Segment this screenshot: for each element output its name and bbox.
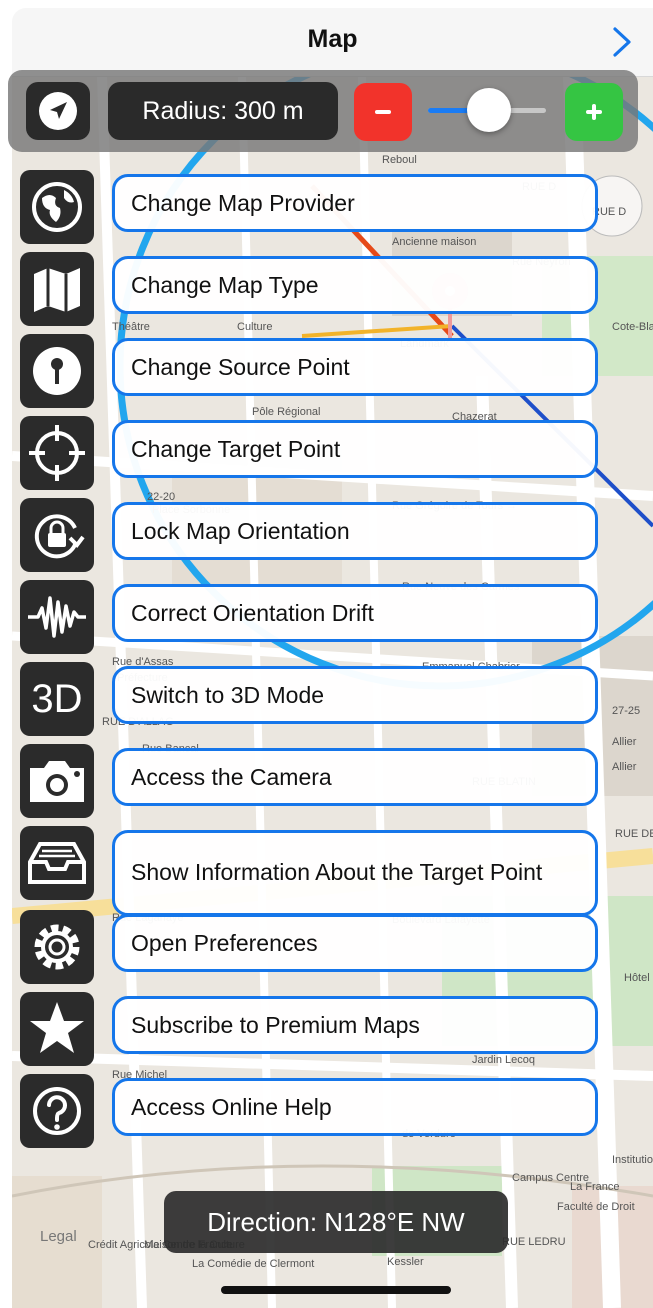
rotation-lock-icon	[20, 498, 94, 572]
decrease-radius-button[interactable]	[354, 83, 412, 141]
menu-item-label: Show Information About the Target Point	[112, 830, 598, 916]
home-indicator[interactable]	[221, 1286, 451, 1294]
map-label: Reboul	[382, 154, 417, 166]
menu-item-label: Access Online Help	[112, 1078, 598, 1136]
star-icon	[20, 992, 94, 1066]
slider-thumb[interactable]	[467, 88, 512, 132]
pin-icon	[20, 334, 94, 408]
map-label: Cote-Blatin	[612, 321, 653, 333]
map-label: Kessler	[387, 1256, 424, 1268]
3d-icon: 3D	[20, 662, 94, 736]
crosshair-icon	[20, 416, 94, 490]
camera-icon	[20, 744, 94, 818]
map-label: Faculté de Droit	[557, 1201, 635, 1213]
navigation-bar: Map	[12, 8, 653, 77]
menu-item-label: Subscribe to Premium Maps	[112, 996, 598, 1054]
chevron-right-icon[interactable]	[609, 26, 635, 58]
3d-icon-text: 3D	[31, 677, 83, 721]
page-title: Map	[307, 25, 358, 53]
gear-icon	[20, 910, 94, 984]
menu-item-label: Correct Orientation Drift	[112, 584, 598, 642]
map-label: 27-25	[612, 705, 641, 717]
location-arrow-icon	[39, 92, 77, 130]
increase-radius-button[interactable]	[565, 83, 623, 141]
globe-icon	[20, 170, 94, 244]
map-label: Hôtel Ledru	[624, 972, 653, 984]
radius-slider[interactable]	[428, 88, 546, 132]
legal-link[interactable]: Legal	[40, 1228, 77, 1245]
locate-button[interactable]	[26, 82, 90, 140]
menu-item-label: Open Preferences	[112, 914, 598, 972]
menu-item-label: Switch to 3D Mode	[112, 666, 598, 724]
map-label: La Comédie de Clermont	[192, 1258, 315, 1270]
menu-item-label: Change Source Point	[112, 338, 598, 396]
waveform-icon	[20, 580, 94, 654]
question-icon	[20, 1074, 94, 1148]
map-label: Pôle Régional	[252, 406, 321, 418]
map-label: RUE LEDRU	[502, 1236, 566, 1248]
map-label: Allier	[612, 736, 637, 748]
menu-item-label: Lock Map Orientation	[112, 502, 598, 560]
map-label: La France	[570, 1181, 620, 1193]
menu-item-label: Change Map Provider	[112, 174, 598, 232]
map-label: Allier	[612, 761, 637, 773]
map-label: Théâtre	[112, 321, 150, 333]
map-label: Ancienne maison	[392, 236, 477, 248]
direction-readout: Direction: N128°E NW	[164, 1191, 508, 1253]
map-label: Jardin Lecoq	[472, 1054, 535, 1066]
map-label: Culture	[237, 321, 273, 333]
radius-toolbar: Radius: 300 m	[8, 70, 638, 152]
menu-item-label: Access the Camera	[112, 748, 598, 806]
menu-item-label: Change Target Point	[112, 420, 598, 478]
radius-label: Radius: 300 m	[108, 82, 338, 140]
map-icon	[20, 252, 94, 326]
map-label: RUE DE	[615, 828, 653, 840]
map-label: Institution Fénelon	[612, 1154, 653, 1166]
menu-item-label: Change Map Type	[112, 256, 598, 314]
tray-icon	[20, 826, 94, 900]
